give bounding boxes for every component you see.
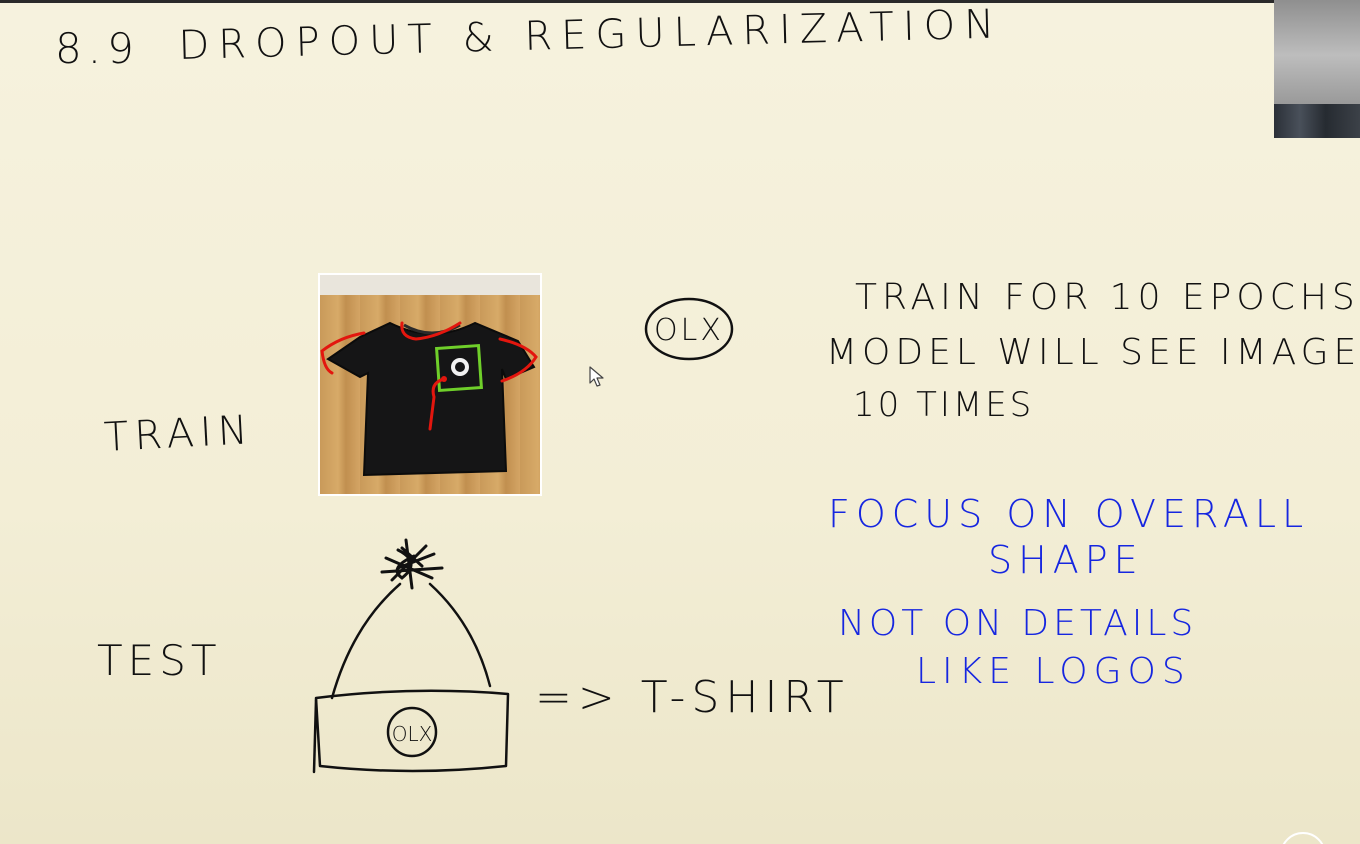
hat-drawing: OLX <box>312 538 510 774</box>
note-ten-times: 10 TIMES <box>853 385 1035 425</box>
hat-logo-text: OLX <box>392 722 433 746</box>
test-label: TEST <box>97 636 222 685</box>
slide-number: 8.9 <box>55 24 140 73</box>
note-not-details: NOT ON DETAILS <box>838 603 1198 644</box>
olx-logo-text: OLX <box>654 313 724 348</box>
olx-logo-drawing: OLX <box>644 297 734 361</box>
note-like-logos: LIKE LOGOS <box>916 651 1191 692</box>
train-label: TRAIN <box>102 407 255 461</box>
whiteboard-canvas: 8.9 DROPOUT & REGULARIZATION OLX TRAIN T… <box>0 0 1360 844</box>
tshirt-photo <box>318 273 542 496</box>
mouse-pointer-icon <box>589 366 604 387</box>
slide-title: DROPOUT & REGULARIZATION <box>177 1 1004 69</box>
webcam-thumbnail <box>1274 0 1360 138</box>
top-border <box>0 0 1360 3</box>
note-shape: SHAPE <box>988 538 1144 582</box>
note-focus-overall: FOCUS ON OVERALL <box>828 492 1310 536</box>
note-model-sees: MODEL WILL SEE IMAGE <box>826 332 1360 373</box>
test-prediction: => T-SHIRT <box>535 672 850 723</box>
corner-control[interactable] <box>1280 832 1326 844</box>
webcam-background <box>1274 104 1360 138</box>
note-epochs: TRAIN FOR 10 EPOCHS => <box>855 277 1360 318</box>
marker-annotations <box>320 321 538 431</box>
